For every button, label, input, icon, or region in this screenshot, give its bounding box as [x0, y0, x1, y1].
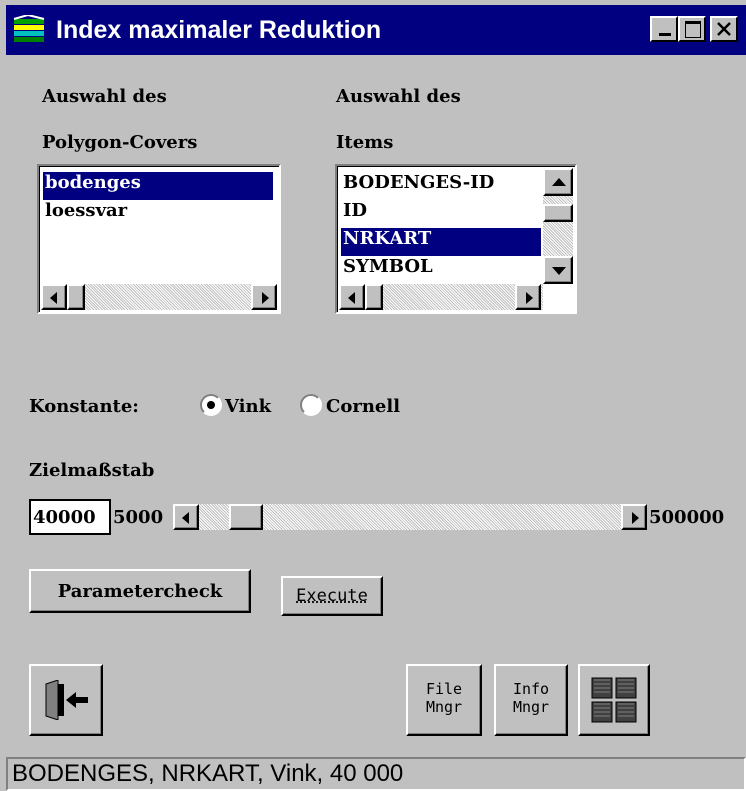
polygon-item-bodenges[interactable]: bodenges	[43, 172, 273, 200]
radio-dot	[207, 401, 215, 409]
exit-button[interactable]	[29, 664, 103, 736]
radio-vink[interactable]	[200, 394, 222, 416]
info-manager-line1: Info	[512, 680, 550, 698]
arrow-up-icon	[552, 178, 566, 186]
arrow-right-icon	[526, 292, 533, 304]
items-item-symbol[interactable]: SYMBOL	[341, 256, 541, 284]
scroll-up-button[interactable]	[543, 168, 573, 196]
slider-right-button[interactable]	[621, 504, 647, 530]
scale-slider[interactable]	[173, 504, 647, 530]
scale-value-field[interactable]: 40000	[29, 499, 111, 535]
radio-cornell-label[interactable]: Cornell	[326, 396, 400, 417]
slider-left-button[interactable]	[173, 504, 199, 530]
minimize-button[interactable]	[650, 16, 678, 42]
status-bar: BODENGES, NRKART, Vink, 40 000	[0, 753, 746, 791]
arrow-right-icon	[632, 512, 639, 524]
arrow-right-icon	[262, 292, 269, 304]
app-window: Index maximaler Reduktion Auswahl des Po…	[0, 0, 746, 791]
grid-icon	[591, 677, 637, 723]
arrow-left-icon	[182, 512, 189, 524]
title-bar[interactable]: Index maximaler Reduktion	[6, 5, 746, 55]
parametercheck-label: Parametercheck	[57, 581, 223, 602]
scale-max-label: 500000	[649, 507, 725, 528]
grid-button[interactable]	[578, 664, 650, 736]
file-manager-line2: Mngr	[425, 698, 463, 716]
minimize-icon	[659, 33, 671, 36]
app-icon[interactable]	[12, 15, 46, 45]
vscroll-thumb[interactable]	[543, 204, 573, 222]
scroll-left-button[interactable]	[41, 284, 67, 310]
items-listbox[interactable]: BODENGES-ID ID NRKART SYMBOL	[335, 164, 577, 314]
scale-value: 40000	[33, 507, 96, 528]
close-icon	[717, 22, 731, 36]
arrow-left-icon	[348, 292, 355, 304]
constant-label: Konstante:	[29, 396, 139, 417]
file-manager-line1: File	[425, 680, 463, 698]
arrow-left-icon	[50, 292, 57, 304]
status-text: BODENGES, NRKART, Vink, 40 000	[6, 757, 746, 791]
arrow-down-icon	[552, 267, 566, 275]
slider-thumb[interactable]	[229, 504, 263, 530]
scroll-right-button[interactable]	[251, 284, 277, 310]
items-vscrollbar[interactable]	[543, 168, 573, 284]
polygon-label-line1: Auswahl des	[42, 86, 167, 107]
scale-min-label: 5000	[113, 507, 164, 528]
maximize-button[interactable]	[678, 16, 706, 42]
info-manager-line2: Mngr	[512, 698, 550, 716]
items-hscrollbar[interactable]	[339, 284, 543, 310]
file-manager-label: File Mngr	[408, 680, 480, 716]
polygon-item-loessvar[interactable]: loessvar	[43, 200, 273, 228]
scroll-thumb[interactable]	[67, 284, 85, 310]
scroll-left-button[interactable]	[339, 284, 365, 310]
scroll-down-button[interactable]	[543, 256, 573, 284]
radio-vink-label[interactable]: Vink	[225, 396, 271, 417]
polygon-label-line2: Polygon-Covers	[42, 132, 198, 153]
scroll-thumb[interactable]	[365, 284, 383, 310]
maximize-icon	[685, 21, 701, 38]
parametercheck-button[interactable]: Parametercheck	[29, 569, 251, 613]
items-item-nrkart[interactable]: NRKART	[341, 228, 541, 256]
file-manager-button[interactable]: File Mngr	[406, 664, 482, 736]
window-title: Index maximaler Reduktion	[56, 16, 382, 44]
execute-label: Execute	[296, 586, 368, 606]
close-button[interactable]	[710, 16, 738, 42]
items-label-line2: Items	[336, 132, 394, 153]
items-item-bodenges-id[interactable]: BODENGES-ID	[341, 172, 541, 200]
polygon-hscrollbar[interactable]	[41, 284, 277, 310]
scroll-right-button[interactable]	[515, 284, 541, 310]
items-item-id[interactable]: ID	[341, 200, 541, 228]
items-label-line1: Auswahl des	[336, 86, 461, 107]
polygon-cover-listbox[interactable]: bodenges loessvar	[37, 164, 281, 314]
radio-cornell[interactable]	[300, 394, 322, 416]
exit-door-icon	[45, 680, 88, 720]
info-manager-button[interactable]: Info Mngr	[494, 664, 568, 736]
info-manager-label: Info Mngr	[496, 680, 566, 716]
scale-label: Zielmaßstab	[29, 460, 155, 481]
execute-button[interactable]: Execute	[281, 576, 383, 616]
